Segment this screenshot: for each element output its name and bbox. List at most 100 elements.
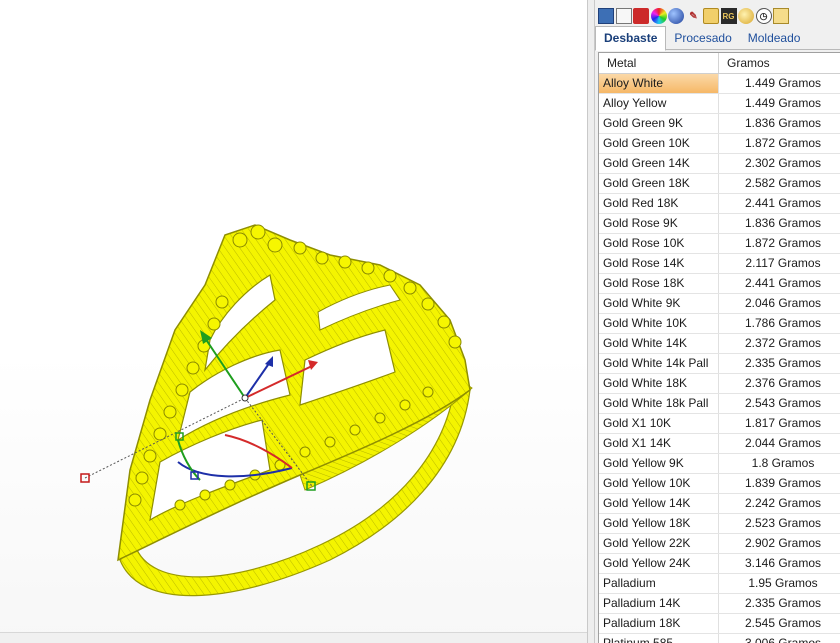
gramos-cell: 2.046 Gramos — [744, 296, 822, 310]
gramos-cell: 2.441 Gramos — [744, 276, 822, 290]
metal-cell: Gold Yellow 22K — [599, 534, 719, 553]
table-row[interactable]: Gold Yellow 9K 1.8 Gramos — [599, 454, 840, 474]
panel-splitter[interactable] — [587, 0, 595, 643]
metal-cell: Gold Green 18K — [599, 174, 719, 193]
layer-icon[interactable] — [615, 8, 632, 24]
table-row[interactable]: Gold White 18K 2.376 Gramos — [599, 374, 840, 394]
gramos-cell: 1.836 Gramos — [744, 216, 822, 230]
gramos-cell: 2.117 Gramos — [745, 256, 821, 270]
column-header-metal[interactable]: Metal — [599, 53, 719, 73]
metal-cell: Gold Yellow 18K — [599, 514, 719, 533]
table-row[interactable]: Gold Yellow 10K 1.839 Gramos — [599, 474, 840, 494]
gramos-cell: 2.372 Gramos — [744, 336, 822, 350]
gramos-cell: 1.449 Gramos — [744, 76, 822, 90]
table-row[interactable]: Palladium 1.95 Gramos — [599, 574, 840, 594]
table-row[interactable]: Gold White 18k Pall 2.543 Gramos — [599, 394, 840, 414]
gramos-cell: 1.786 Gramos — [744, 316, 822, 330]
table-row[interactable]: Gold White 14k Pall 2.335 Gramos — [599, 354, 840, 374]
metal-cell: Gold White 10K — [599, 314, 719, 333]
notes-icon[interactable] — [773, 8, 789, 24]
metal-cell: Gold Green 10K — [599, 134, 719, 153]
gramos-cell: 1.872 Gramos — [744, 136, 822, 150]
gramos-cell: 1.839 Gramos — [744, 476, 822, 490]
gramos-cell: 2.242 Gramos — [744, 496, 822, 510]
gramos-cell: 2.335 Gramos — [744, 596, 822, 610]
metal-cell: Gold Yellow 10K — [599, 474, 719, 493]
properties-icon[interactable] — [598, 8, 614, 24]
metal-cell: Gold Rose 9K — [599, 214, 719, 233]
gramos-cell: 1.95 Gramos — [748, 576, 818, 590]
metal-cell: Gold White 9K — [599, 294, 719, 313]
metal-cell: Gold X1 10K — [599, 414, 719, 433]
gramos-cell: 2.902 Gramos — [744, 536, 822, 550]
gramos-cell: 2.044 Gramos — [744, 436, 822, 450]
3d-viewport[interactable] — [0, 0, 587, 643]
table-row[interactable]: Gold Rose 14K 2.117 Gramos — [599, 254, 840, 274]
table-row[interactable]: Gold White 10K 1.786 Gramos — [599, 314, 840, 334]
table-row[interactable]: Platinum 585 3.006 Gramos — [599, 634, 840, 643]
metal-cell: Gold Rose 14K — [599, 254, 719, 273]
table-row[interactable]: Palladium 14K 2.335 Gramos — [599, 594, 840, 614]
tab-moldeado[interactable]: Moldeado — [740, 27, 809, 49]
metal-cell: Gold White 18K — [599, 374, 719, 393]
table-row[interactable]: Gold Rose 9K 1.836 Gramos — [599, 214, 840, 234]
brush-icon[interactable]: ✎ — [686, 8, 702, 24]
metal-cell: Gold White 14k Pall — [599, 354, 719, 373]
metal-cell: Palladium — [599, 574, 719, 593]
weight-panel: ✎ RG ◷ Desbaste Procesado Moldeado Metal… — [595, 0, 840, 643]
sphere-icon[interactable] — [668, 8, 684, 24]
metal-cell: Alloy White — [599, 74, 719, 93]
table-row[interactable]: Gold Yellow 14K 2.242 Gramos — [599, 494, 840, 514]
table-row[interactable]: Gold Rose 18K 2.441 Gramos — [599, 274, 840, 294]
gramos-cell: 2.545 Gramos — [744, 616, 822, 630]
metal-cell: Gold White 14K — [599, 334, 719, 353]
table-row[interactable]: Gold Yellow 22K 2.902 Gramos — [599, 534, 840, 554]
tab-procesado[interactable]: Procesado — [666, 27, 739, 49]
metal-cell: Gold Yellow 9K — [599, 454, 719, 473]
tab-desbaste[interactable]: Desbaste — [595, 26, 667, 51]
table-row[interactable]: Gold X1 14K 2.044 Gramos — [599, 434, 840, 454]
metal-cell: Gold Green 9K — [599, 114, 719, 133]
table-row[interactable]: Gold Green 9K 1.836 Gramos — [599, 114, 840, 134]
column-header-gramos[interactable]: Gramos — [719, 53, 840, 73]
gramos-cell: 2.441 Gramos — [744, 196, 822, 210]
metal-cell: Gold Rose 18K — [599, 274, 719, 293]
gramos-cell: 3.146 Gramos — [744, 556, 822, 570]
table-row[interactable]: Alloy White 1.449 Gramos — [599, 74, 840, 94]
gramos-cell: 2.302 Gramos — [744, 156, 822, 170]
color-wheel-icon[interactable] — [650, 8, 667, 24]
table-row[interactable]: Gold Green 10K 1.872 Gramos — [599, 134, 840, 154]
clock-icon[interactable]: ◷ — [755, 8, 772, 24]
gramos-cell: 2.543 Gramos — [744, 396, 822, 410]
metal-cell: Gold Green 14K — [599, 154, 719, 173]
gramos-cell: 2.335 Gramos — [744, 356, 822, 370]
table-row[interactable]: Gold X1 10K 1.817 Gramos — [599, 414, 840, 434]
table-row[interactable]: Gold Green 14K 2.302 Gramos — [599, 154, 840, 174]
gem-icon[interactable] — [738, 8, 754, 24]
render-icon[interactable] — [633, 8, 649, 24]
metal-cell: Alloy Yellow — [599, 94, 719, 113]
metal-cell: Platinum 585 — [599, 634, 719, 643]
metal-weight-table[interactable]: Metal Gramos Alloy White 1.449 Gramos Allo… — [598, 52, 840, 643]
gramos-cell: 3.006 Gramos — [744, 636, 822, 643]
metal-cell: Palladium 14K — [599, 594, 719, 613]
gramos-cell: 2.582 Gramos — [744, 176, 822, 190]
folder-icon[interactable] — [703, 8, 719, 24]
tab-bar: Desbaste Procesado Moldeado — [595, 26, 840, 51]
table-row[interactable]: Gold Yellow 18K 2.523 Gramos — [599, 514, 840, 534]
metal-cell: Gold White 18k Pall — [599, 394, 719, 413]
gramos-cell: 2.523 Gramos — [744, 516, 822, 530]
rg-icon[interactable]: RG — [720, 8, 737, 24]
table-row[interactable]: Gold Yellow 24K 3.146 Gramos — [599, 554, 840, 574]
table-row[interactable]: Gold White 9K 2.046 Gramos — [599, 294, 840, 314]
table-body: Alloy White 1.449 Gramos Alloy Yellow 1.449… — [599, 74, 840, 643]
table-row[interactable]: Gold Red 18K 2.441 Gramos — [599, 194, 840, 214]
panel-toolbar: ✎ RG ◷ — [595, 4, 791, 28]
gramos-cell: 1.836 Gramos — [744, 116, 822, 130]
gramos-cell: 2.376 Gramos — [744, 376, 822, 390]
table-row[interactable]: Palladium 18K 2.545 Gramos — [599, 614, 840, 634]
table-row[interactable]: Gold White 14K 2.372 Gramos — [599, 334, 840, 354]
table-row[interactable]: Gold Green 18K 2.582 Gramos — [599, 174, 840, 194]
table-row[interactable]: Gold Rose 10K 1.872 Gramos — [599, 234, 840, 254]
table-row[interactable]: Alloy Yellow 1.449 Gramos — [599, 94, 840, 114]
